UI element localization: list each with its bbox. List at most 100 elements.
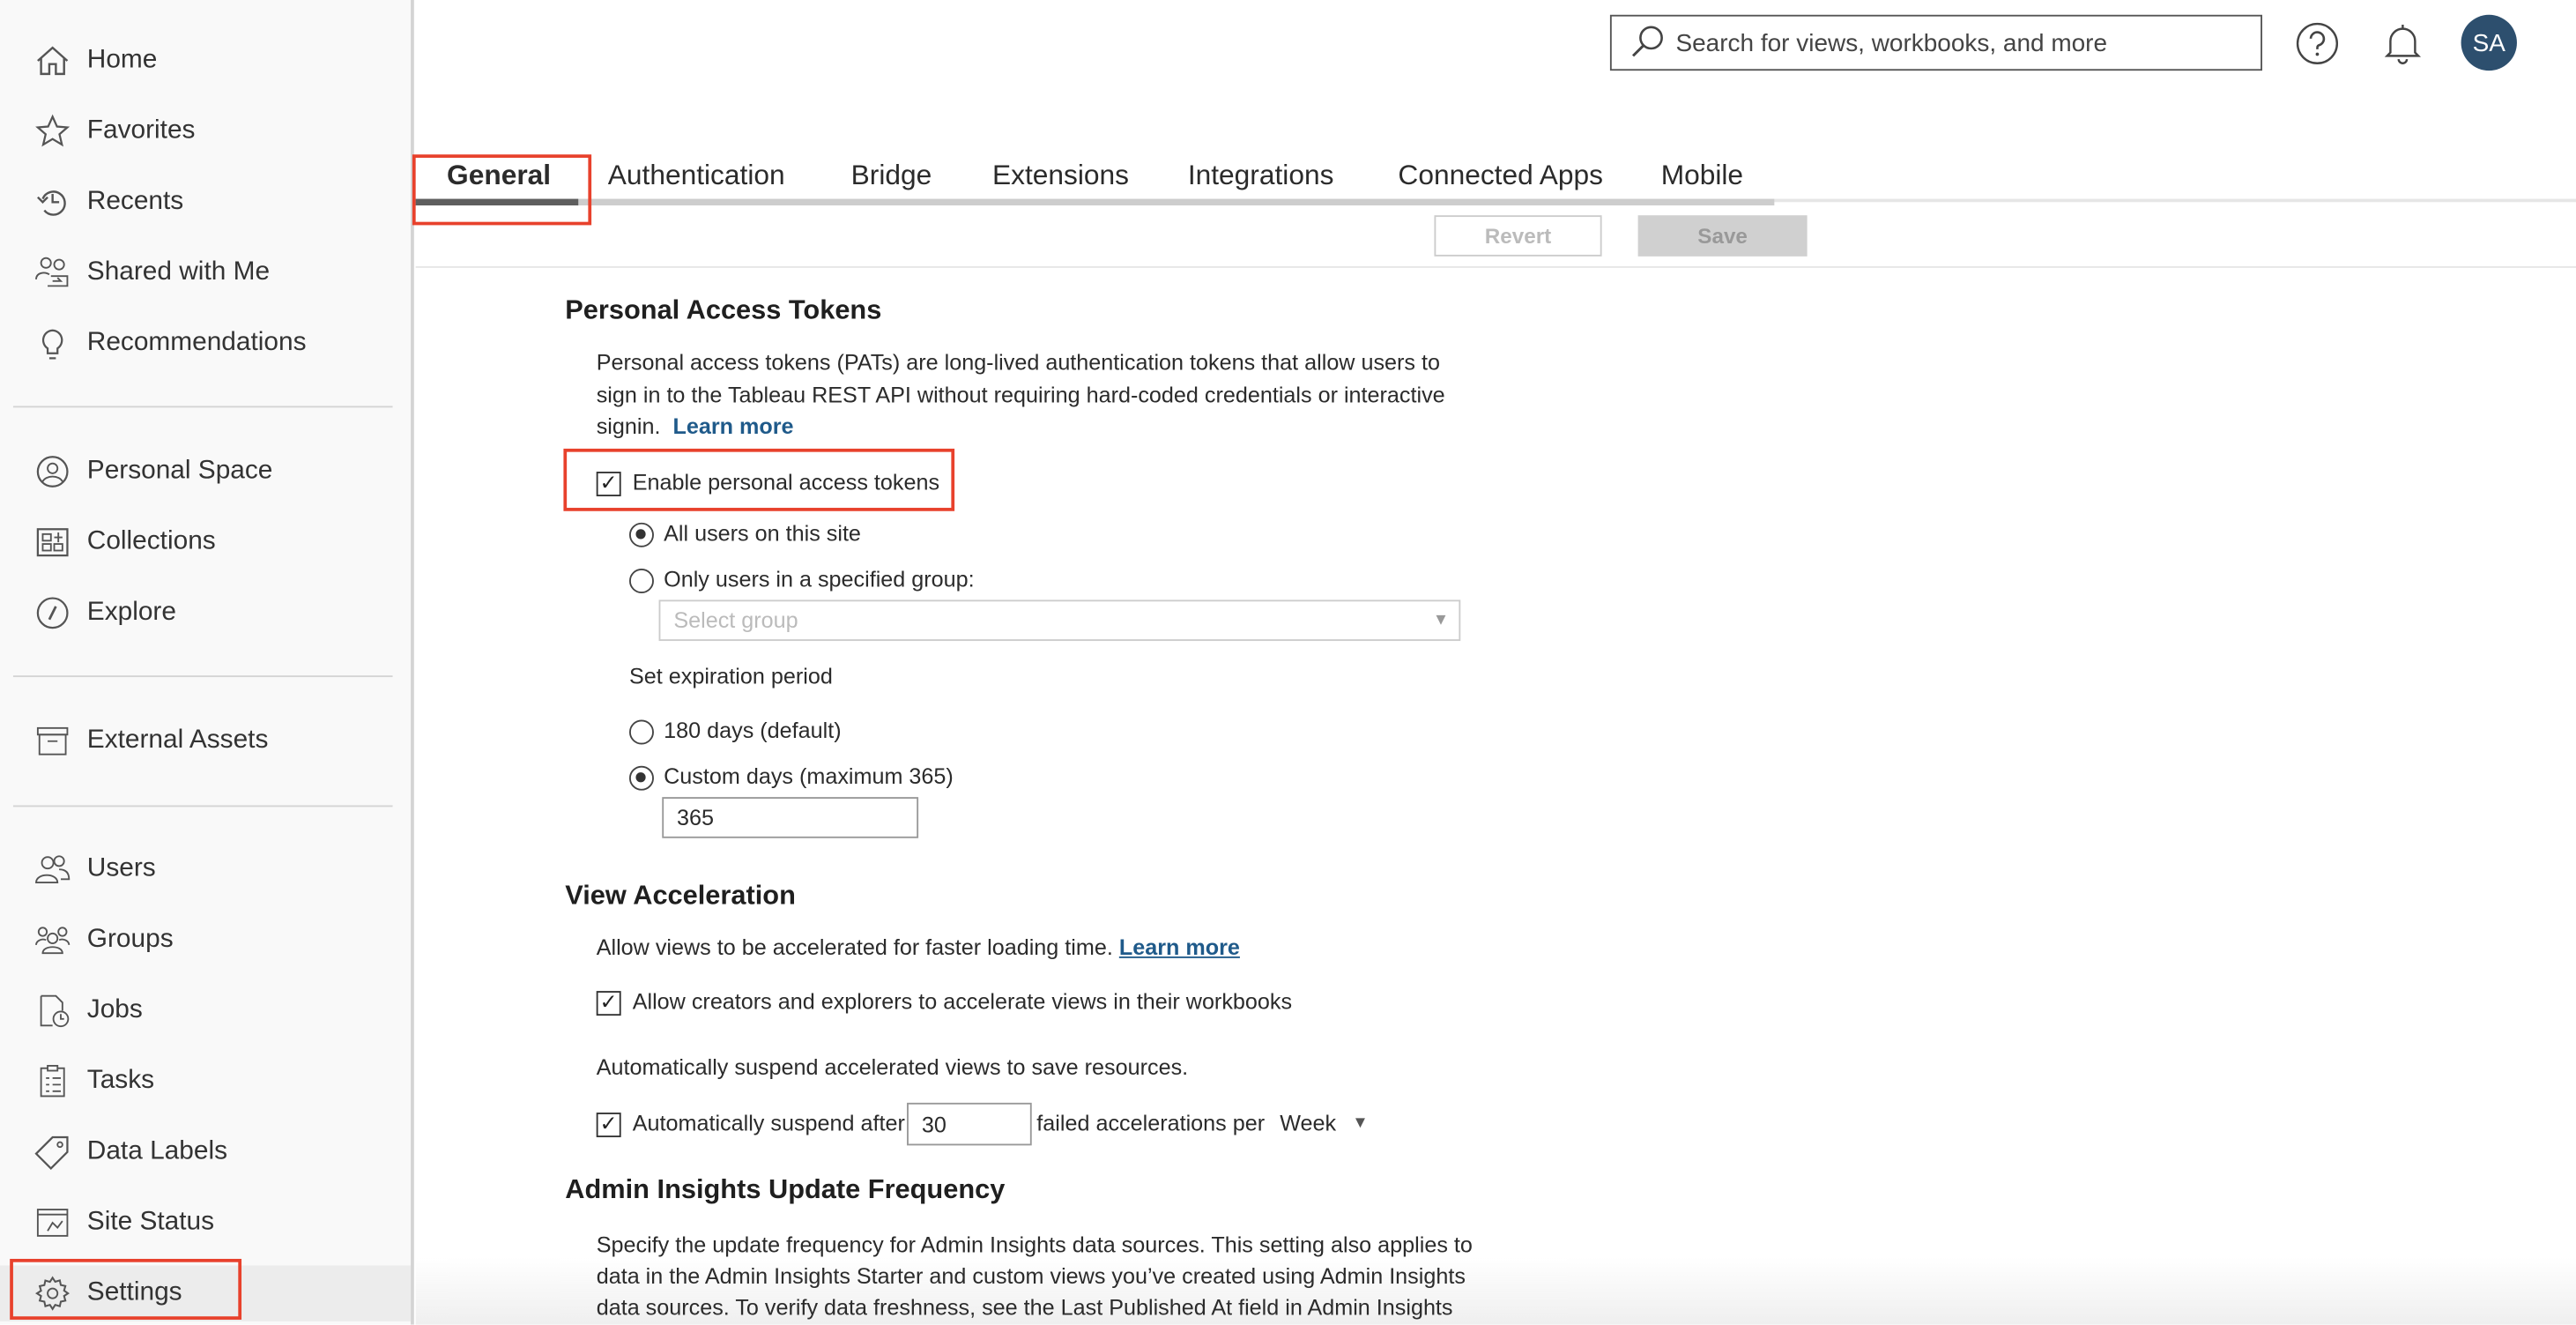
learn-more-link[interactable]: Learn more [672, 414, 793, 439]
lightbulb-icon [41, 329, 63, 360]
sidebar-item-recents[interactable]: Recents [0, 175, 411, 230]
tab-bridge[interactable]: Bridge [851, 160, 932, 192]
sidebar-item-external-assets[interactable]: External Assets [0, 713, 411, 769]
desc-line: Personal access tokens (PATs) are long-l… [596, 350, 1441, 376]
sidebar-item-personal-space[interactable]: Personal Space [0, 443, 411, 499]
home-icon [37, 46, 69, 76]
admin-insights-description: Specify the update frequency for Admin I… [597, 1229, 1517, 1322]
tab-connected-apps[interactable]: Connected Apps [1398, 160, 1603, 192]
desc-line: Specify the update frequency for Admin I… [596, 1232, 1473, 1258]
search-placeholder: Search for views, workbooks, and more [1675, 28, 2108, 57]
period-value: Week [1280, 1111, 1337, 1136]
highlight-box [10, 1258, 242, 1320]
sidebar-item-explore[interactable]: Explore [0, 585, 411, 641]
tab-authentication[interactable]: Authentication [608, 160, 785, 192]
revert-button[interactable]: Revert [1434, 215, 1602, 257]
highlight-box [412, 154, 592, 226]
allow-acceleration-checkbox[interactable]: ✓ [596, 991, 621, 1016]
all-users-radio[interactable] [628, 522, 654, 547]
desc-text: Allow views to be accelerated for faster… [596, 934, 1113, 960]
sidebar-divider [12, 406, 393, 408]
bell-icon[interactable] [2382, 21, 2424, 65]
sidebar-item-label: Favorites [86, 116, 196, 145]
sidebar-item-label: Recents [86, 187, 184, 216]
chevron-down-icon: ▼ [1432, 611, 1450, 629]
site-status-icon [36, 1209, 69, 1237]
groups-icon [35, 927, 71, 955]
sidebar-item-groups[interactable]: Groups [0, 912, 411, 968]
avatar-initials: SA [2472, 28, 2505, 57]
tab-scrollbar[interactable] [415, 198, 1775, 206]
tab-extensions[interactable]: Extensions [992, 160, 1129, 192]
failed-accelerations-value: 30 [921, 1112, 947, 1137]
archive-icon [36, 726, 69, 756]
view-accel-description: Allow views to be accelerated for faster… [597, 932, 1484, 964]
sidebar-item-label: Collections [86, 527, 216, 556]
users-icon [35, 855, 71, 884]
desc-line: signin. [596, 413, 661, 439]
auto-suspend-checkbox[interactable]: ✓ [596, 1113, 621, 1138]
sidebar-item-label: Personal Space [86, 457, 273, 485]
tab-mobile[interactable]: Mobile [1661, 160, 1743, 192]
chevron-down-icon: ▼ [1352, 1113, 1369, 1133]
tag-icon [34, 1135, 69, 1171]
default-days-label: 180 days (default) [664, 718, 842, 743]
custom-days-value: 365 [677, 805, 715, 830]
default-days-radio[interactable] [628, 719, 654, 745]
sidebar-item-label: Recommendations [86, 328, 307, 357]
sidebar-item-data-labels[interactable]: Data Labels [0, 1124, 411, 1180]
sidebar-item-label: Users [86, 854, 156, 883]
sidebar-item-label: Home [86, 46, 158, 74]
custom-days-radio[interactable] [628, 765, 654, 791]
allow-acceleration-label: Allow creators and explorers to accelera… [632, 989, 1293, 1015]
suspend-description: Automatically suspend accelerated views … [596, 1054, 1189, 1080]
sidebar-item-tasks[interactable]: Tasks [0, 1053, 411, 1109]
avatar[interactable]: SA [2461, 14, 2517, 71]
custom-days-input[interactable]: 365 [662, 797, 919, 838]
failed-accelerations-input[interactable]: 30 [907, 1102, 1032, 1146]
sidebar-item-recommendations[interactable]: Recommendations [0, 316, 411, 371]
sidebar-item-label: Shared with Me [86, 257, 271, 287]
sidebar-item-label: External Assets [86, 726, 269, 755]
help-icon[interactable] [2295, 21, 2339, 65]
sidebar-divider [12, 675, 393, 678]
custom-days-label: Custom days (maximum 365) [664, 763, 954, 789]
tab-integrations[interactable]: Integrations [1188, 160, 1334, 192]
history-icon [37, 190, 66, 216]
user-circle-icon [36, 456, 69, 488]
expiration-label: Set expiration period [628, 664, 833, 689]
star-icon [35, 114, 71, 147]
sidebar-item-site-status[interactable]: Site Status [0, 1195, 411, 1250]
sidebar-divider [12, 805, 393, 808]
learn-more-link[interactable]: Learn more [1119, 935, 1240, 960]
clipboard-icon [40, 1065, 65, 1098]
desc-line: sign in to the Tableau REST API without … [596, 382, 1445, 407]
sidebar-item-label: Explore [86, 598, 176, 627]
auto-suspend-label: Automatically suspend after [632, 1111, 905, 1136]
specified-group-label: Only users in a specified group: [664, 567, 975, 592]
sidebar-item-label: Groups [86, 925, 174, 954]
shared-users-icon [35, 257, 69, 287]
pat-description: Personal access tokens (PATs) are long-l… [597, 346, 1484, 443]
toolbar-divider [415, 266, 2576, 268]
sidebar-item-label: Data Labels [86, 1137, 227, 1165]
sidebar-item-shared-with-me[interactable]: Shared with Me [0, 245, 411, 301]
search-input[interactable]: Search for views, workbooks, and more [1609, 14, 2263, 71]
sidebar-item-favorites[interactable]: Favorites [0, 103, 411, 159]
desc-line: data in the Admin Insights Starter and c… [596, 1263, 1466, 1289]
highlight-box [563, 448, 955, 511]
sidebar-item-label: Tasks [86, 1066, 155, 1095]
select-group-placeholder: Select group [673, 607, 798, 633]
section-title-view-acceleration: View Acceleration [565, 881, 796, 911]
select-group-dropdown[interactable]: Select group ▼ [658, 599, 1461, 642]
sidebar-item-users[interactable]: Users [0, 841, 411, 897]
sidebar-item-collections[interactable]: Collections [0, 514, 411, 569]
period-dropdown[interactable]: Week ▼ [1280, 1111, 1378, 1141]
save-button[interactable]: Save [1637, 215, 1808, 257]
sidebar-item-home[interactable]: Home [0, 33, 411, 88]
sidebar: Home Favorites Recents Shared with Me Re… [0, 0, 414, 1325]
specified-group-radio[interactable] [628, 569, 654, 593]
section-title-admin-insights: Admin Insights Update Frequency [565, 1174, 1006, 1205]
sidebar-item-jobs[interactable]: Jobs [0, 983, 411, 1038]
section-title-pat: Personal Access Tokens [565, 295, 882, 326]
